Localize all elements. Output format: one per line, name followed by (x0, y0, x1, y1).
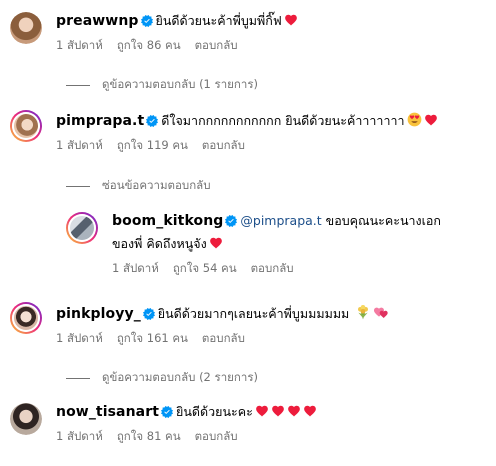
verified-badge-icon (146, 115, 158, 127)
comment-meta: 1 สัปดาห์ ถูกใจ 86 คน ตอบกลับ (56, 37, 298, 55)
comment-text: ขอบคุณนะคะนางเอก (321, 213, 441, 228)
verified-badge-icon (161, 406, 173, 418)
heart-eyes-emoji-icon (407, 112, 421, 127)
like-count[interactable]: ถูกใจ 161 คน (117, 330, 188, 348)
comment-meta: 1 สัปดาห์ ถูกใจ 81 คน ตอบกลับ (56, 428, 317, 446)
avatar-image (12, 112, 40, 140)
comment-line-2: ของพี่ คิดถึงหนูจัง (112, 235, 441, 254)
like-count[interactable]: ถูกใจ 119 คน (117, 137, 188, 155)
like-count[interactable]: ถูกใจ 54 คน (173, 260, 237, 278)
avatar[interactable] (10, 110, 42, 142)
comment-pimprapa: pimprapa.t ดีใจมากกกกกกกกกกก ยินดีด้วยนะค… (10, 110, 438, 155)
username[interactable]: pinkployy_ (56, 306, 141, 322)
thread-divider (66, 84, 90, 86)
reply-button[interactable]: ตอบกลับ (195, 37, 238, 55)
comment-pinkployy: pinkployy_ ยินดีด้วยมากๆเลยนะค้าพี่บูมมมม… (10, 302, 389, 348)
red-heart-emoji-icon (424, 113, 438, 127)
reply-button[interactable]: ตอบกลับ (202, 137, 245, 155)
hide-replies-label: ซ่อนข้อความตอบกลับ (102, 178, 211, 192)
view-replies-label: ดูข้อความตอบกลับ (2 รายการ) (102, 370, 258, 384)
avatar[interactable] (10, 12, 42, 44)
avatar[interactable] (10, 302, 42, 334)
reply-button[interactable]: ตอบกลับ (202, 330, 245, 348)
hide-replies-button[interactable]: ซ่อนข้อความตอบกลับ (66, 177, 211, 195)
comment-now-tisanart: now_tisanart ยินดีด้วยนะคะ 1 สัปดาห์ ถูกใ… (10, 403, 317, 446)
comment-line: preawwnp ยินดีด้วยนะค้าพี่บูมพี่กิ๊ฟ (56, 12, 298, 31)
timestamp[interactable]: 1 สัปดาห์ (56, 137, 103, 155)
comment-line: boom_kitkong @pimprapa.t ขอบคุณนะคะนางเอก (112, 212, 441, 231)
comment-meta: 1 สัปดาห์ ถูกใจ 161 คน ตอบกลับ (56, 330, 389, 348)
mention-link[interactable]: @pimprapa.t (240, 213, 321, 228)
comment-body: pimprapa.t ดีใจมากกกกกกกกกกก ยินดีด้วยนะค… (56, 110, 438, 155)
like-count[interactable]: ถูกใจ 86 คน (117, 37, 181, 55)
verified-badge-icon (141, 15, 153, 27)
avatar-image (10, 12, 42, 44)
avatar-image (68, 214, 96, 242)
avatar[interactable] (66, 212, 98, 244)
red-heart-emoji-icon (287, 404, 301, 418)
comment-line: pimprapa.t ดีใจมากกกกกกกกกกก ยินดีด้วยนะค… (56, 112, 438, 131)
reply-boom-kitkong: boom_kitkong @pimprapa.t ขอบคุณนะคะนางเอก… (66, 212, 441, 278)
thread-divider (66, 185, 90, 187)
pink-hearts-emoji-icon (374, 307, 388, 318)
username[interactable]: now_tisanart (56, 404, 159, 420)
comment-meta: 1 สัปดาห์ ถูกใจ 119 คน ตอบกลับ (56, 137, 438, 155)
username[interactable]: pimprapa.t (56, 113, 144, 129)
bouquet-emoji-icon (358, 305, 369, 320)
username[interactable]: preawwnp (56, 13, 139, 29)
view-replies-label: ดูข้อความตอบกลับ (1 รายการ) (102, 77, 258, 91)
timestamp[interactable]: 1 สัปดาห์ (56, 330, 103, 348)
red-heart-emoji-icon (271, 404, 285, 418)
username[interactable]: boom_kitkong (112, 213, 223, 229)
comment-text-continued: ของพี่ คิดถึงหนูจัง (112, 236, 207, 251)
avatar-image (10, 403, 42, 435)
timestamp[interactable]: 1 สัปดาห์ (56, 428, 103, 446)
avatar[interactable] (10, 403, 42, 435)
view-replies-button[interactable]: ดูข้อความตอบกลับ (1 รายการ) (66, 76, 258, 94)
red-heart-emoji-icon (284, 13, 298, 27)
view-replies-button[interactable]: ดูข้อความตอบกลับ (2 รายการ) (66, 369, 258, 387)
reply-button[interactable]: ตอบกลับ (195, 428, 238, 446)
timestamp[interactable]: 1 สัปดาห์ (112, 260, 159, 278)
comment-meta: 1 สัปดาห์ ถูกใจ 54 คน ตอบกลับ (112, 260, 441, 278)
comment-text: ยินดีด้วยนะค้าพี่บูมพี่กิ๊ฟ (155, 13, 282, 28)
verified-badge-icon (143, 308, 155, 320)
comment-line: now_tisanart ยินดีด้วยนะคะ (56, 403, 317, 422)
red-heart-emoji-icon (255, 404, 269, 418)
comment-text: ดีใจมากกกกกกกกกกก ยินดีด้วยนะค้าาาาาาา (161, 113, 405, 128)
comment-body: preawwnp ยินดีด้วยนะค้าพี่บูมพี่กิ๊ฟ 1 สั… (56, 12, 298, 55)
avatar-image (12, 304, 40, 332)
like-count[interactable]: ถูกใจ 81 คน (117, 428, 181, 446)
thread-divider (66, 377, 90, 379)
comment-preawwnp: preawwnp ยินดีด้วยนะค้าพี่บูมพี่กิ๊ฟ 1 สั… (10, 12, 298, 55)
red-heart-emoji-icon (209, 236, 223, 250)
reply-button[interactable]: ตอบกลับ (251, 260, 294, 278)
comment-text: ยินดีด้วยนะคะ (176, 404, 253, 419)
comment-body: pinkployy_ ยินดีด้วยมากๆเลยนะค้าพี่บูมมมม… (56, 302, 389, 348)
red-heart-emoji-icon (303, 404, 317, 418)
timestamp[interactable]: 1 สัปดาห์ (56, 37, 103, 55)
comment-body: now_tisanart ยินดีด้วยนะคะ 1 สัปดาห์ ถูกใ… (56, 403, 317, 446)
verified-badge-icon (225, 215, 237, 227)
comment-text: ยินดีด้วยมากๆเลยนะค้าพี่บูมมมมมม (157, 306, 350, 321)
comment-line: pinkployy_ ยินดีด้วยมากๆเลยนะค้าพี่บูมมมม… (56, 304, 389, 324)
comment-body: boom_kitkong @pimprapa.t ขอบคุณนะคะนางเอก… (112, 212, 441, 278)
